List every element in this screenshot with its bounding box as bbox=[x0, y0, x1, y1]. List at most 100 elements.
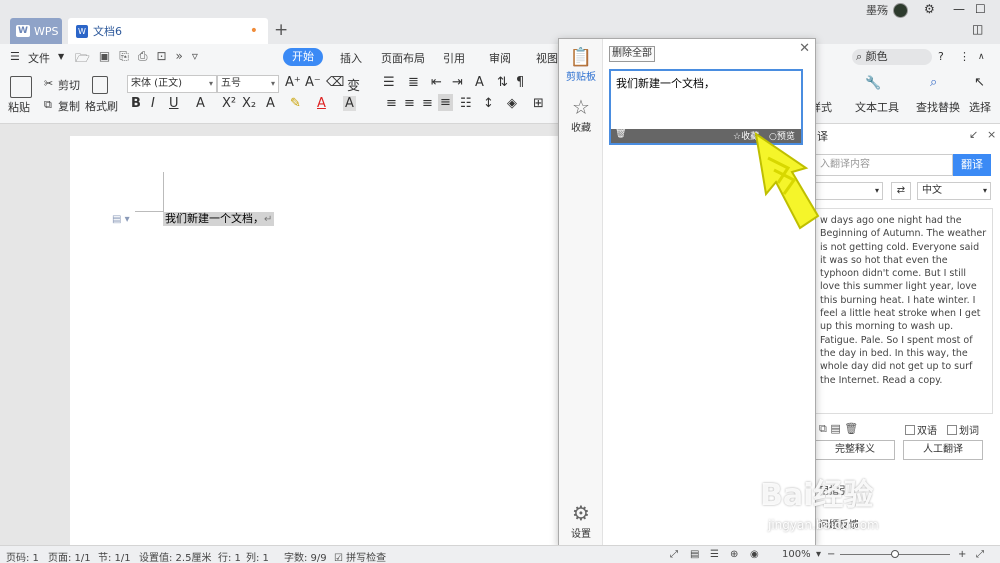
swap-language-button[interactable]: ⇄ bbox=[891, 182, 911, 200]
skin-icon[interactable]: ⚙ bbox=[924, 2, 935, 16]
distributed-icon[interactable]: ☷ bbox=[460, 96, 472, 111]
find-replace-button[interactable]: 查找替换 bbox=[916, 99, 960, 115]
paste-button[interactable]: 粘贴 bbox=[8, 99, 30, 115]
target-language-select[interactable]: 中文 ▾ bbox=[917, 182, 991, 200]
spellcheck-button[interactable]: ☑ 拼写检查 bbox=[334, 549, 386, 563]
align-right-icon[interactable]: ≡ bbox=[422, 96, 433, 111]
justify-icon[interactable]: ≡ bbox=[438, 94, 453, 111]
shrink-font-icon[interactable]: A⁻ bbox=[305, 75, 321, 90]
shading-icon[interactable]: ◈ bbox=[507, 96, 517, 111]
select-button[interactable]: 选择 bbox=[969, 99, 991, 115]
status-setting[interactable]: 设置值: 2.5厘米 bbox=[139, 549, 211, 563]
copy-icon[interactable]: ⧉ bbox=[819, 422, 827, 435]
save-icon[interactable]: ▣ bbox=[99, 49, 110, 70]
highlight-icon[interactable]: ✎ bbox=[290, 96, 301, 111]
fullscreen-icon[interactable]: ⤢ bbox=[670, 549, 678, 560]
sidebar-toggle-icon[interactable]: ◫ bbox=[972, 22, 983, 36]
clear-format-icon[interactable]: ⌫ bbox=[326, 75, 344, 90]
copy-button[interactable]: 复制 bbox=[58, 98, 80, 114]
font-size-select[interactable]: 五号 ▾ bbox=[217, 75, 279, 93]
export-icon[interactable]: ⎘ bbox=[119, 49, 129, 70]
format-painter-button[interactable]: 格式刷 bbox=[85, 98, 118, 114]
status-section[interactable]: 节: 1/1 bbox=[98, 549, 131, 563]
status-row[interactable]: 行: 1 bbox=[218, 549, 241, 563]
text-tools-button[interactable]: 文本工具 bbox=[855, 99, 899, 115]
format-painter-icon[interactable] bbox=[92, 76, 108, 94]
checkbox[interactable] bbox=[947, 424, 957, 435]
subscript-icon[interactable]: X₂ bbox=[242, 96, 256, 111]
close-icon[interactable]: × bbox=[987, 128, 996, 141]
outline-view-icon[interactable]: ☰ bbox=[710, 549, 719, 560]
superscript-icon[interactable]: X² bbox=[222, 96, 236, 111]
sidebar-item-favorites[interactable]: ☆ 收藏 bbox=[559, 95, 603, 134]
sort-icon[interactable]: ⇅ bbox=[497, 75, 508, 90]
zoom-dropdown-icon[interactable]: ▾ bbox=[816, 549, 821, 560]
char-shading-icon[interactable]: A bbox=[343, 96, 356, 111]
bullets-icon[interactable]: ☰ bbox=[383, 75, 395, 90]
translate-input[interactable]: 入翻译内容 bbox=[815, 154, 953, 176]
trash-icon[interactable]: 🗑 bbox=[615, 129, 626, 139]
minimize-button[interactable]: — bbox=[953, 2, 965, 16]
select-icon[interactable]: ↖ bbox=[974, 75, 985, 90]
maximize-button[interactable]: ☐ bbox=[975, 2, 986, 16]
checkbox[interactable] bbox=[905, 424, 915, 435]
tab-review[interactable]: 审阅 bbox=[489, 50, 511, 66]
print-preview-icon[interactable]: ⊡ bbox=[156, 49, 166, 70]
zoom-out-button[interactable]: − bbox=[827, 549, 835, 560]
fit-page-icon[interactable]: ⤢ bbox=[976, 549, 984, 560]
delete-all-button[interactable]: 删除全部 bbox=[609, 46, 655, 62]
strikethrough-icon[interactable]: A bbox=[196, 96, 205, 111]
human-translation-button[interactable]: 人工翻译 bbox=[903, 440, 983, 460]
avatar[interactable] bbox=[893, 2, 908, 18]
sidebar-item-settings[interactable]: ⚙ 设置 bbox=[559, 501, 603, 540]
borders-icon[interactable]: ⊞ bbox=[533, 96, 544, 111]
edit-icon[interactable]: ▤ bbox=[830, 422, 840, 435]
tab-wps[interactable]: W WPS bbox=[10, 18, 62, 44]
increase-indent-icon[interactable]: ⇥ bbox=[452, 75, 463, 90]
page-view-icon[interactable]: ▤ bbox=[690, 549, 699, 560]
tab-page-layout[interactable]: 页面布局 bbox=[381, 50, 425, 66]
print-icon[interactable]: ⎙ bbox=[138, 49, 148, 70]
bold-icon[interactable]: B bbox=[131, 96, 141, 111]
cut-button[interactable]: 剪切 bbox=[58, 77, 80, 93]
italic-icon[interactable]: I bbox=[151, 96, 155, 111]
tab-view[interactable]: 视图 bbox=[536, 50, 558, 66]
tab-start[interactable]: 开始 bbox=[283, 48, 323, 66]
close-icon[interactable]: ✕ bbox=[799, 41, 810, 56]
find-replace-icon[interactable]: ⌕ bbox=[930, 75, 937, 90]
new-tab-button[interactable]: + bbox=[274, 20, 288, 40]
tab-references[interactable]: 引用 bbox=[443, 50, 465, 66]
numbering-icon[interactable]: ≣ bbox=[408, 75, 419, 90]
chevron-down-icon[interactable]: ▼ bbox=[58, 52, 64, 61]
line-spacing-icon[interactable]: ↕ bbox=[483, 96, 494, 111]
text-tools-icon[interactable]: 🔧 bbox=[865, 76, 881, 91]
full-definition-button[interactable]: 完整释义 bbox=[815, 440, 895, 460]
paste-icon[interactable] bbox=[10, 76, 32, 98]
grow-font-icon[interactable]: A⁺ bbox=[285, 75, 301, 90]
status-page-code[interactable]: 页码: 1 bbox=[6, 549, 39, 563]
web-view-icon[interactable]: ⊕ bbox=[730, 549, 738, 560]
more-icon[interactable]: » bbox=[176, 49, 183, 70]
sidebar-item-clipboard[interactable]: 📋 剪贴板 bbox=[559, 47, 603, 83]
decrease-indent-icon[interactable]: ⇤ bbox=[431, 75, 442, 90]
pin-icon[interactable]: ↙ bbox=[969, 128, 978, 141]
zoom-in-button[interactable]: + bbox=[958, 549, 966, 560]
align-center-icon[interactable]: ≡ bbox=[404, 96, 415, 111]
cut-icon[interactable]: ✂ bbox=[44, 77, 53, 90]
text-effect-icon[interactable]: A bbox=[266, 96, 275, 111]
menu-file[interactable]: 文件 bbox=[28, 50, 50, 66]
underline-icon[interactable]: U bbox=[169, 96, 179, 111]
more-options-icon[interactable]: ⋮ bbox=[959, 50, 970, 63]
user-area[interactable]: 墨殇 bbox=[866, 2, 908, 18]
status-pages[interactable]: 页面: 1/1 bbox=[48, 549, 91, 563]
tab-insert[interactable]: 插入 bbox=[340, 50, 362, 66]
tab-document[interactable]: W 文档6 • bbox=[68, 18, 268, 44]
zoom-level[interactable]: 100% bbox=[782, 549, 811, 560]
font-name-select[interactable]: 宋体 (正文) ▾ bbox=[127, 75, 217, 93]
word-select-checkbox[interactable]: 划词 bbox=[947, 422, 979, 437]
font-color-icon[interactable]: A bbox=[317, 96, 326, 111]
bilingual-checkbox[interactable]: 双语 bbox=[905, 422, 937, 437]
zoom-slider-handle[interactable] bbox=[891, 550, 899, 558]
help-icon[interactable]: ? bbox=[938, 50, 944, 63]
document-text[interactable]: 我们新建一个文档，↵ bbox=[163, 212, 275, 226]
